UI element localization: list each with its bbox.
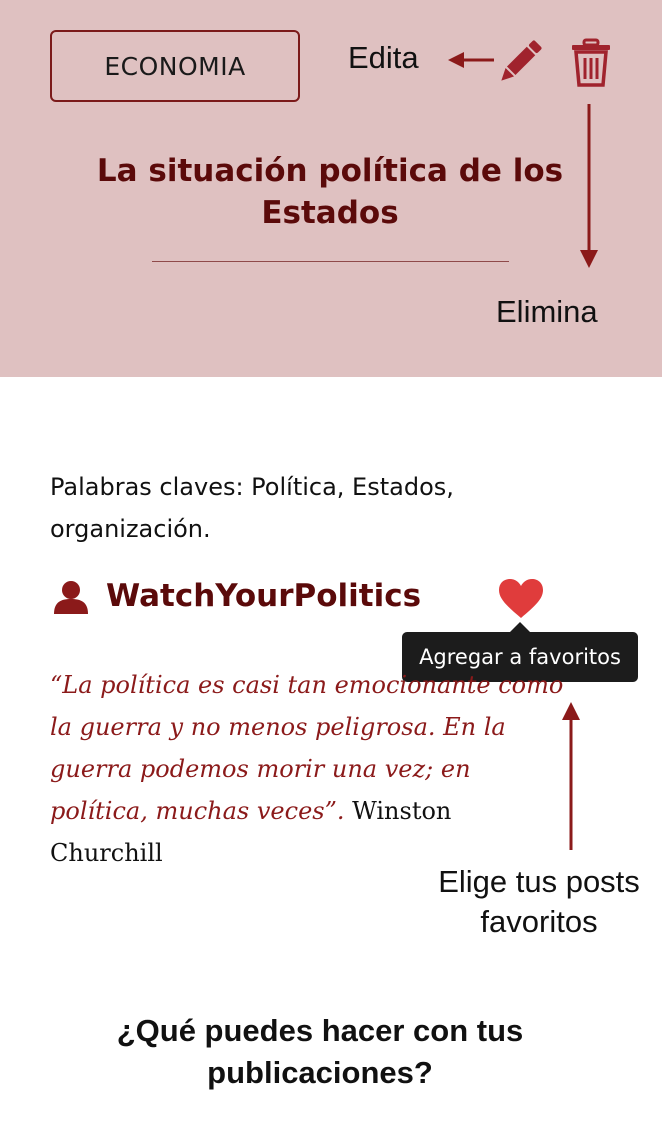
user-icon [54,581,88,614]
trash-icon[interactable] [570,38,612,88]
favorites-annotation-label: Elige tus posts favoritos [438,864,640,939]
edit-arrow-icon [448,52,494,68]
category-button[interactable]: ECONOMIA [50,30,300,102]
post-keywords: Palabras claves: Política, Estados, orga… [50,473,454,543]
post-title: La situación política de los Estados [96,153,564,231]
heart-icon[interactable] [497,578,545,620]
delete-annotation-label: Elimina [496,294,598,329]
post-quote: “La política es casi tan emocionante com… [50,664,570,874]
post-author[interactable]: WatchYourPolitics [106,578,421,614]
help-heading: ¿Qué puedes hacer con tus publicaciones? [116,1013,524,1090]
quote-text: “La política es casi tan emocionante com… [50,671,564,825]
edit-annotation-label: Edita [348,40,419,75]
post-header: ECONOMIA Edita La situación política de … [0,0,662,377]
title-divider [152,261,509,262]
pencil-icon[interactable] [494,38,544,88]
favorites-arrow-icon [562,702,580,850]
